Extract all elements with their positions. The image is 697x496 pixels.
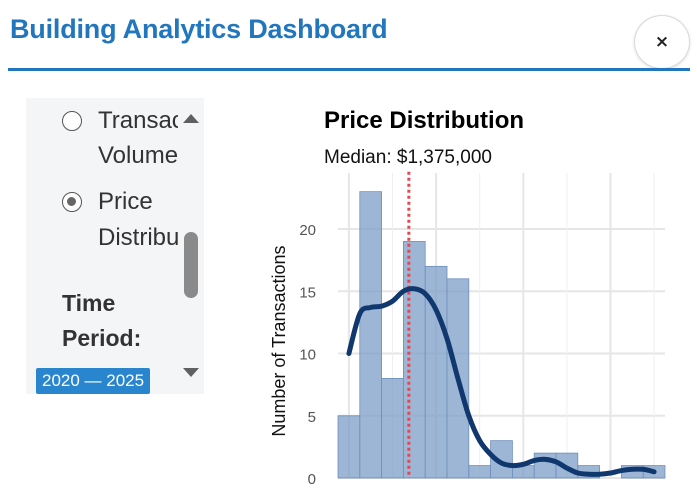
close-button[interactable]: × [634,15,690,69]
dashboard-modal: Building Analytics Dashboard × Transac V… [0,0,697,496]
radio-label-line1: Price [98,188,153,215]
histogram-bar [359,191,383,479]
close-icon: × [654,32,670,52]
radio-label-line2: Distribu [98,224,180,251]
chart-svg: Price Distribution Median: $1,375,000 0 5 10… [269,107,666,488]
radio-label-line1: Transac [98,107,184,134]
chart-title: Price Distribution [324,107,524,134]
title-divider [8,68,690,71]
scroll-down-arrow-icon[interactable] [183,368,199,377]
y-tick-label: 10 [299,347,316,364]
y-tick-label: 20 [299,222,316,239]
dashboard-title: Building Analytics Dashboard [10,14,388,44]
radio-transaction-volume[interactable] [62,111,82,131]
y-tick-label: 5 [308,409,316,426]
y-tick-label: 15 [299,284,316,301]
y-tick-label: 0 [308,471,316,488]
time-range-selector[interactable]: 2020 — 2025 [36,368,151,394]
time-period-label-line2: Period: [62,325,142,351]
scroll-up-arrow-icon[interactable] [183,114,199,123]
chart-subtitle: Median: $1,375,000 [324,147,492,168]
radio-label-line2: Volume [98,142,179,169]
histogram-bar [468,465,492,479]
radio-price-distribution[interactable] [62,192,82,212]
price-distribution-chart: Price Distribution Median: $1,375,000 0 5 10… [255,100,697,496]
time-period-label: Time [62,290,116,316]
histogram-bar [402,241,426,479]
histogram-bar [337,415,361,479]
sidebar-scrollbar[interactable] [178,98,204,394]
scroll-thumb[interactable] [184,232,198,298]
y-axis-label: Number of Transactions [269,246,289,437]
histogram-bar [381,377,404,479]
